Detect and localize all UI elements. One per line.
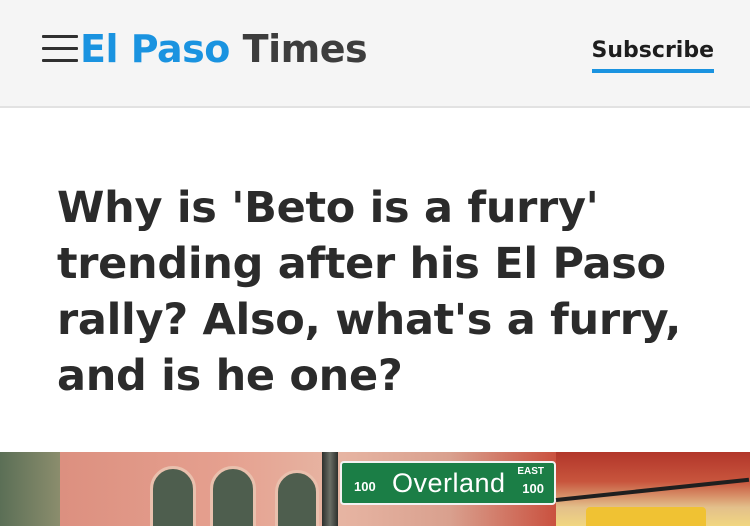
menu-bar-middle (42, 47, 78, 50)
menu-bar-bottom (42, 59, 78, 62)
article-headline: Why is 'Beto is a furry' trending after … (57, 183, 682, 401)
street-sign: 100 Overland EAST 100 (340, 461, 556, 505)
hero-window (150, 466, 196, 526)
logo-text-el-paso: El Paso (80, 27, 230, 71)
menu-bar-top (42, 35, 78, 38)
site-header: El Paso Times Subscribe (0, 0, 750, 108)
hero-building-left (0, 452, 60, 526)
hero-sign-pole (322, 452, 338, 526)
hero-yellow-sign (586, 507, 706, 526)
hero-window (210, 466, 256, 526)
subscribe-link[interactable]: Subscribe (591, 36, 714, 73)
street-sign-name: Overland (392, 468, 506, 498)
street-sign-number-right: 100 (522, 481, 544, 496)
hero-image: 100 Overland EAST 100 (0, 452, 750, 526)
hamburger-menu-icon[interactable] (42, 35, 78, 63)
site-logo[interactable]: El Paso Times (80, 24, 368, 74)
street-sign-direction: EAST (517, 466, 544, 477)
logo-text-times: Times (242, 27, 368, 71)
street-sign-number-left: 100 (354, 479, 376, 494)
hero-window (275, 470, 319, 526)
